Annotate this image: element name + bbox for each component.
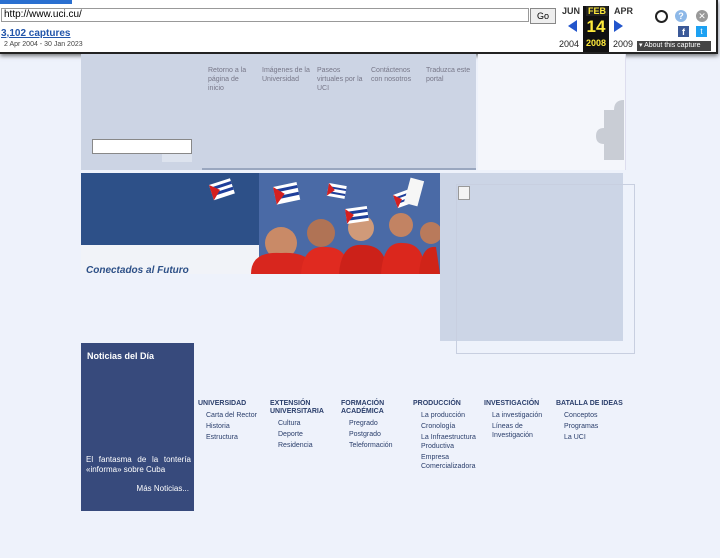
column-link[interactable]: La producción (421, 411, 481, 420)
column-link[interactable]: Empresa Comercializadora (421, 453, 481, 471)
column-link[interactable]: Carta del Rector (206, 411, 266, 420)
twitter-icon[interactable]: t (696, 26, 707, 37)
nav-contact-link[interactable]: Contáctenos con nosotros (371, 66, 423, 84)
column-link[interactable]: Pregrado (349, 419, 409, 428)
column-title: INVESTIGACIÓN (484, 400, 540, 407)
nav-translate-link[interactable]: Traduzca este portal (426, 66, 474, 84)
search-input[interactable] (92, 139, 192, 154)
close-icon[interactable]: ✕ (696, 10, 708, 22)
column-produccion: PRODUCCIÓN La producción Cronología La I… (413, 400, 481, 473)
column-link[interactable]: Teleformación (349, 441, 409, 450)
feature-image-frame (456, 184, 635, 354)
capture-date-range: 2 Apr 2004 - 30 Jan 2023 (4, 41, 83, 48)
column-link[interactable]: La Infraestructura Productiva (421, 433, 481, 451)
facebook-icon[interactable]: f (678, 26, 689, 37)
news-title: Noticias del Día (87, 351, 155, 361)
column-link[interactable]: La UCI (564, 433, 624, 442)
captures-link[interactable]: 3,102 captures (1, 28, 71, 39)
column-link[interactable]: Postgrado (349, 430, 409, 439)
nav-home-link[interactable]: Retorno a la página de inicio (208, 66, 256, 93)
students-with-flags-image (81, 173, 440, 274)
column-link[interactable]: Líneas de Investigación (492, 422, 552, 440)
next-month-link[interactable]: APR (614, 6, 633, 16)
column-link[interactable]: Deporte (278, 430, 338, 439)
nav-virtual-tours-link[interactable]: Paseos virtuales por la UCI (317, 66, 365, 93)
wayback-toolbar: http://www.uci.cu/ Go 3,102 captures 2 A… (0, 0, 718, 54)
column-link[interactable]: Cronología (421, 422, 481, 431)
header-divider (202, 168, 476, 170)
column-link[interactable]: Residencia (278, 441, 338, 450)
current-year: 2008 (585, 38, 607, 48)
next-capture-arrow-icon[interactable] (614, 20, 623, 32)
search-button[interactable] (162, 154, 192, 162)
help-icon[interactable]: ? (675, 10, 687, 22)
column-link[interactable]: Historia (206, 422, 266, 431)
column-link[interactable]: Programas (564, 422, 624, 431)
loading-progress-bar (0, 0, 72, 4)
column-title: UNIVERSIDAD (198, 400, 247, 407)
column-title: BATALLA DE IDEAS (556, 400, 623, 407)
prev-capture-arrow-icon[interactable] (568, 20, 577, 32)
column-universidad: UNIVERSIDAD Carta del Rector Historia Es… (198, 400, 266, 444)
column-title: FORMACIÓN ACADÉMICA (341, 400, 385, 415)
about-capture-label: About this capture (644, 42, 701, 49)
column-link[interactable]: Estructura (206, 433, 266, 442)
puzzle-piece-icon (596, 100, 624, 160)
banner-caption: Conectados al Futuro (86, 265, 189, 276)
column-title: EXTENSIÓN UNIVERSITARIA (270, 400, 324, 415)
banner-photo (81, 173, 440, 274)
nav-images-link[interactable]: Imágenes de la Universidad (262, 66, 310, 84)
column-link[interactable]: La investigación (492, 411, 552, 420)
more-news-link[interactable]: Más Noticias... (137, 484, 189, 493)
about-capture-button[interactable]: ▾ About this capture (637, 41, 711, 51)
prev-month-link[interactable]: JUN (562, 6, 580, 16)
url-input[interactable]: http://www.uci.cu/ (1, 8, 529, 22)
column-extension: EXTENSIÓN UNIVERSITARIA Cultura Deporte … (270, 400, 338, 452)
news-panel: Noticias del Día El fantasma de la tonte… (81, 343, 194, 511)
column-batalla-de-ideas: BATALLA DE IDEAS Conceptos Programas La … (556, 400, 624, 444)
user-icon[interactable] (655, 10, 668, 23)
column-link[interactable]: Cultura (278, 419, 338, 428)
column-formacion: FORMACIÓN ACADÉMICA Pregrado Postgrado T… (341, 400, 409, 452)
column-investigacion: INVESTIGACIÓN La investigación Líneas de… (484, 400, 552, 442)
go-button[interactable]: Go (530, 8, 556, 24)
current-day: 14 (586, 17, 606, 36)
news-item-link[interactable]: El fantasma de la tontería «informa» sob… (86, 455, 191, 475)
next-year-link[interactable]: 2009 (613, 39, 633, 49)
prev-year-link[interactable]: 2004 (559, 39, 579, 49)
broken-image-icon (458, 186, 470, 200)
column-title: PRODUCCIÓN (413, 400, 461, 407)
column-link[interactable]: Conceptos (564, 411, 624, 420)
current-month: FEB (586, 6, 608, 16)
